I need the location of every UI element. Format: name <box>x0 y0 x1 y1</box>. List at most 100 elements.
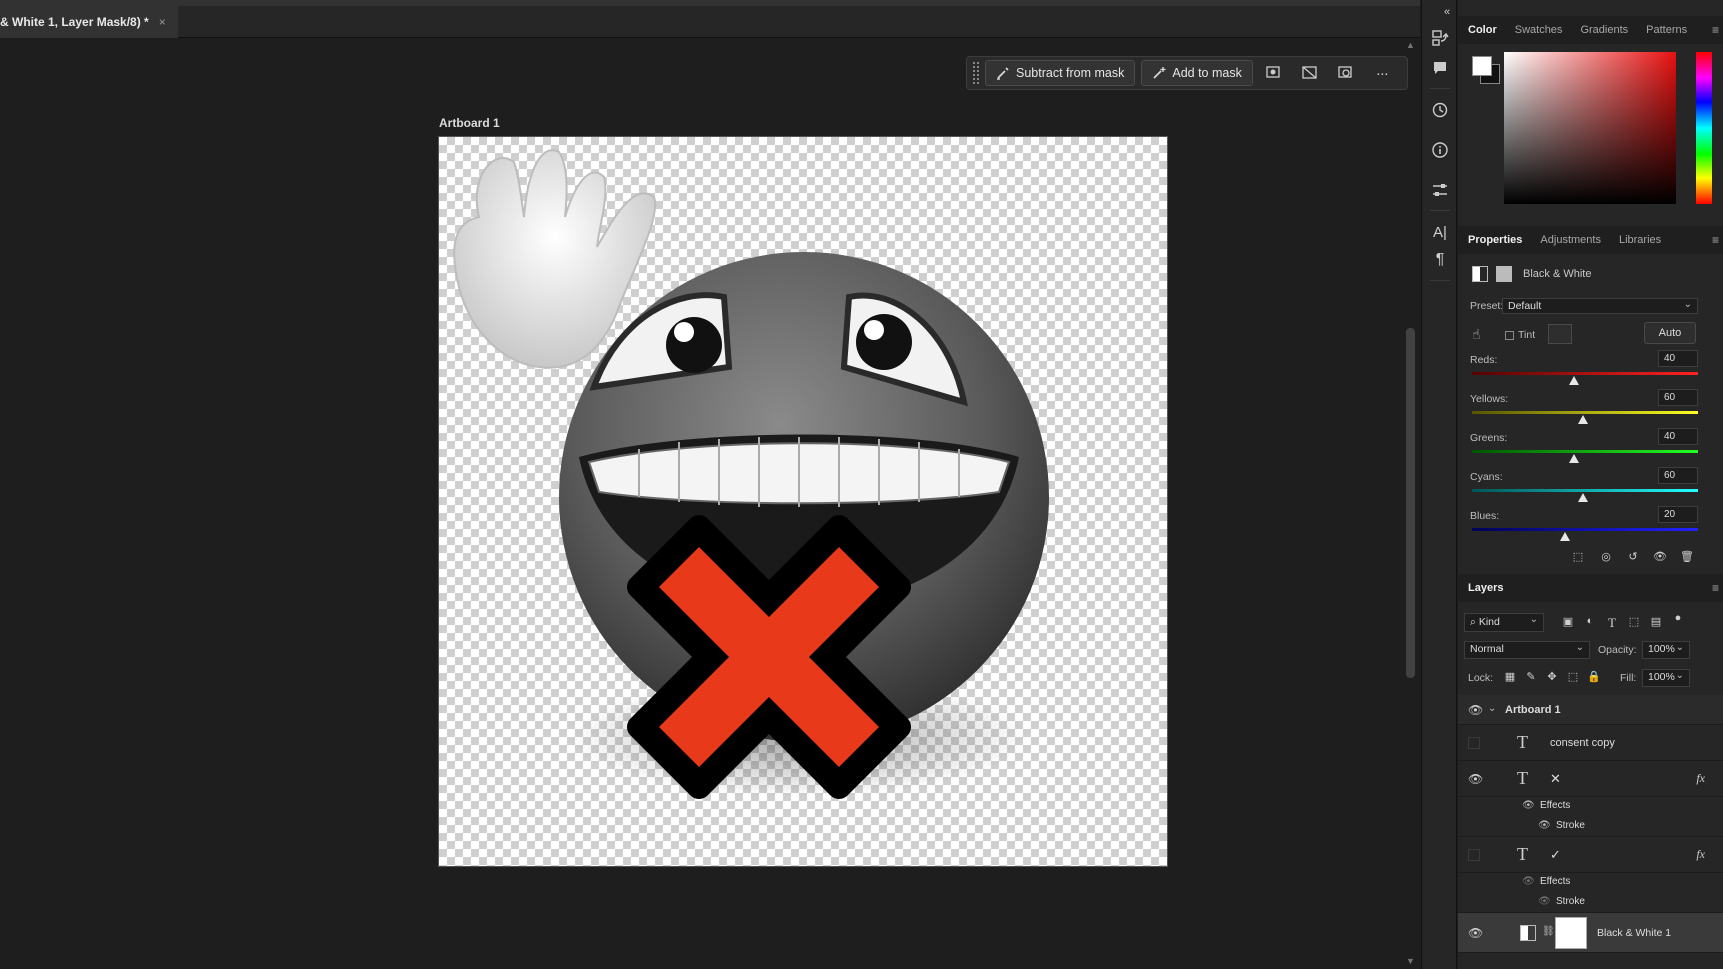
slider-track[interactable] <box>1472 411 1698 414</box>
tint-color-swatch[interactable] <box>1548 324 1572 344</box>
panel-menu-icon[interactable]: ≡ <box>1712 23 1719 37</box>
add-to-mask-button[interactable]: Add to mask <box>1141 60 1253 86</box>
slider-track[interactable] <box>1472 528 1698 531</box>
hue-slider[interactable] <box>1696 52 1712 204</box>
eye-icon[interactable]: 👁 <box>1468 926 1483 940</box>
artboard-label[interactable]: Artboard 1 <box>439 116 500 130</box>
tab-libraries[interactable]: Libraries <box>1619 234 1661 246</box>
tab-patterns[interactable]: Patterns <box>1646 24 1687 36</box>
lock-position-icon[interactable]: ✥ <box>1544 670 1560 686</box>
filter-pixel-icon[interactable]: ▣ <box>1560 615 1576 631</box>
lock-all-icon[interactable]: 🔒 <box>1586 670 1602 686</box>
artboard[interactable] <box>438 136 1168 867</box>
slider-value-field[interactable]: 20 <box>1658 506 1698 523</box>
slider-thumb[interactable] <box>1577 493 1588 502</box>
targeted-adjustment-hand-icon[interactable]: ☝ <box>1472 326 1481 343</box>
document-tab[interactable]: & White 1, Layer Mask/8) * × <box>0 6 178 38</box>
slider-track[interactable] <box>1472 450 1698 453</box>
eye-icon[interactable]: 👁 <box>1522 876 1535 887</box>
slider-value-field[interactable]: 40 <box>1658 428 1698 445</box>
adjustment-type-icon[interactable] <box>1472 266 1488 282</box>
kind-filter-dropdown[interactable]: ⌕ Kind ⌄ <box>1464 613 1544 632</box>
layer-effects-row[interactable]: 👁 Effects <box>1458 797 1723 817</box>
view-previous-state-icon[interactable]: ◎ <box>1598 550 1614 566</box>
slider-thumb[interactable] <box>1568 376 1579 385</box>
tab-properties[interactable]: Properties <box>1468 234 1522 246</box>
link-icon[interactable]: ⛓ <box>1542 926 1555 937</box>
scroll-up-icon[interactable]: ▲ <box>1406 40 1415 50</box>
layer-stroke-row[interactable]: 👁 Stroke <box>1458 817 1723 837</box>
scrollbar-thumb[interactable] <box>1406 328 1415 678</box>
delete-icon[interactable]: 🗑 <box>1679 550 1695 566</box>
foreground-color-swatch[interactable] <box>1472 56 1492 76</box>
opacity-field[interactable]: 100% ⌄ <box>1642 641 1690 659</box>
lock-transparent-icon[interactable]: ▦ <box>1502 670 1518 686</box>
eye-icon[interactable]: 👁 <box>1468 772 1483 786</box>
tab-layers[interactable]: Layers <box>1468 582 1503 594</box>
layer-mask-icon[interactable] <box>1496 266 1512 282</box>
layer-mask-thumbnail[interactable] <box>1555 917 1587 949</box>
slider-thumb[interactable] <box>1577 415 1588 424</box>
layer-effects-row[interactable]: 👁 Effects <box>1458 873 1723 893</box>
adjustments-icon[interactable] <box>1430 180 1450 200</box>
canvas-vertical-scrollbar[interactable]: ▲ ▼ <box>1402 38 1420 969</box>
fill-field[interactable]: 100% ⌄ <box>1642 669 1690 687</box>
visibility-toggle[interactable] <box>1468 737 1480 749</box>
layer-row-artboard[interactable]: 👁 ⌄ Artboard 1 <box>1458 695 1723 725</box>
history-icon[interactable] <box>1430 100 1450 120</box>
fx-icon[interactable]: fx <box>1696 771 1705 786</box>
collapse-panels-icon[interactable]: « <box>1440 2 1454 22</box>
layer-row-check[interactable]: T ✓ fx <box>1458 837 1723 873</box>
blend-mode-dropdown[interactable]: Normal ⌄ <box>1464 641 1590 659</box>
lock-artboard-icon[interactable]: ⬚ <box>1565 670 1581 686</box>
eye-icon[interactable]: 👁 <box>1538 896 1551 907</box>
fx-icon[interactable]: fx <box>1696 847 1705 862</box>
chevron-down-icon[interactable]: ⌄ <box>1488 703 1496 714</box>
eye-icon[interactable]: 👁 <box>1468 703 1483 717</box>
color-picker-field[interactable] <box>1504 52 1676 204</box>
disable-mask-icon[interactable] <box>1295 60 1325 86</box>
panel-menu-icon[interactable]: ≡ <box>1712 581 1719 595</box>
slider-thumb[interactable] <box>1559 532 1570 541</box>
tab-color[interactable]: Color <box>1468 24 1497 36</box>
panel-menu-icon[interactable]: ≡ <box>1712 233 1719 247</box>
scroll-down-icon[interactable]: ▼ <box>1406 956 1415 966</box>
close-tab-icon[interactable]: × <box>159 15 166 29</box>
slider-value-field[interactable]: 60 <box>1658 389 1698 406</box>
layer-comps-icon[interactable] <box>1430 28 1450 48</box>
clip-to-layer-icon[interactable]: ⬚ <box>1570 550 1586 566</box>
slider-value-field[interactable]: 60 <box>1658 467 1698 484</box>
preset-dropdown[interactable]: Default ⌄ <box>1502 298 1698 314</box>
filter-smart-object-icon[interactable]: ▤ <box>1648 615 1664 631</box>
toggle-visibility-icon[interactable]: 👁 <box>1652 550 1668 566</box>
character-icon[interactable]: A| <box>1430 222 1450 242</box>
slider-value-field[interactable]: 40 <box>1658 350 1698 367</box>
eye-icon[interactable]: 👁 <box>1538 820 1551 831</box>
layer-row-x[interactable]: 👁 T ✕ fx <box>1458 761 1723 797</box>
layer-row-black-white[interactable]: 👁 ⛓ Black & White 1 <box>1458 913 1723 953</box>
mask-options-icon[interactable] <box>1259 60 1289 86</box>
visibility-toggle[interactable] <box>1468 849 1480 861</box>
tab-swatches[interactable]: Swatches <box>1515 24 1563 36</box>
slider-track[interactable] <box>1472 372 1698 375</box>
tab-adjustments[interactable]: Adjustments <box>1540 234 1601 246</box>
info-icon[interactable] <box>1430 140 1450 160</box>
filter-type-icon[interactable]: T <box>1604 615 1620 631</box>
subtract-from-mask-button[interactable]: Subtract from mask <box>985 60 1136 86</box>
tab-gradients[interactable]: Gradients <box>1580 24 1628 36</box>
lock-image-icon[interactable]: ✎ <box>1523 670 1539 686</box>
auto-button[interactable]: Auto <box>1644 322 1696 344</box>
slider-track[interactable] <box>1472 489 1698 492</box>
tint-checkbox[interactable] <box>1505 331 1514 340</box>
more-options-icon[interactable]: ··· <box>1367 60 1397 86</box>
layer-stroke-row[interactable]: 👁 Stroke <box>1458 893 1723 913</box>
invert-mask-icon[interactable] <box>1331 60 1361 86</box>
filter-shape-icon[interactable]: ⬚ <box>1626 615 1642 631</box>
comment-icon[interactable] <box>1430 58 1450 78</box>
layer-row-consent-copy[interactable]: T consent copy <box>1458 725 1723 761</box>
reset-icon[interactable]: ↺ <box>1625 550 1641 566</box>
eye-icon[interactable]: 👁 <box>1522 800 1535 811</box>
paragraph-icon[interactable]: ¶ <box>1430 250 1450 270</box>
slider-thumb[interactable] <box>1568 454 1579 463</box>
taskbar-drag-handle[interactable] <box>973 62 979 84</box>
